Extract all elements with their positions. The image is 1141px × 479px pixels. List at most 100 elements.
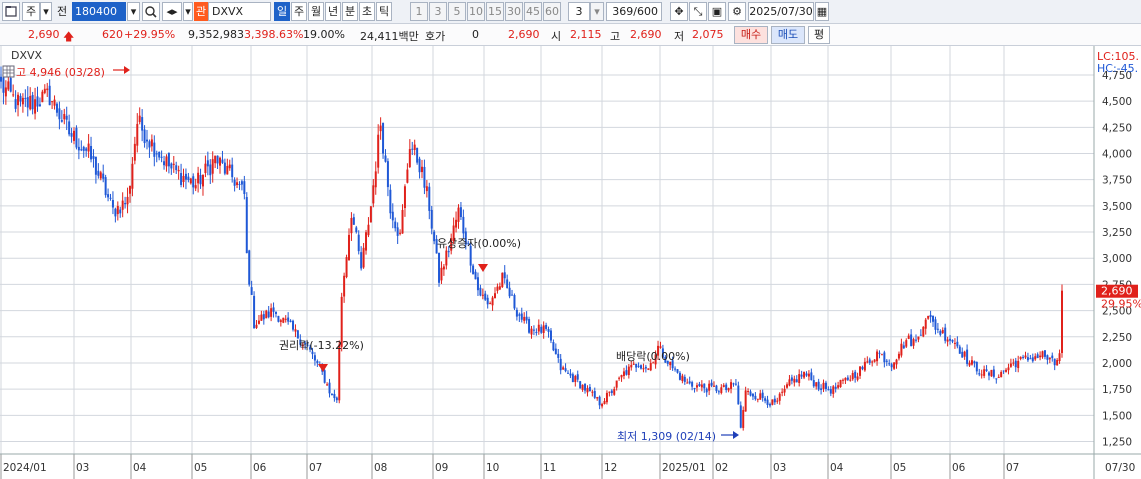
candle-body (637, 365, 640, 367)
legend-hc: HC:-45. (1097, 62, 1138, 75)
candle-body (902, 345, 905, 349)
candle-body (138, 115, 141, 123)
candle-body (778, 393, 781, 401)
interval-button[interactable]: 30 (505, 2, 523, 21)
candle-body (827, 389, 830, 391)
period-tab[interactable]: 년 (325, 2, 341, 21)
candle-body (501, 272, 504, 287)
candle-body (912, 339, 915, 346)
candle-body (856, 376, 859, 380)
x-tick-label: 03 (76, 462, 89, 474)
y-tick-label: 1,750 (1102, 384, 1132, 396)
interval-button[interactable]: 60 (543, 2, 561, 21)
candle-body (1034, 356, 1037, 360)
candle-body (85, 148, 88, 151)
pattern-icon[interactable]: ⤡ (689, 2, 707, 21)
candle-body (513, 295, 516, 309)
x-tick-label: 07 (1006, 462, 1019, 474)
period-tab[interactable]: 틱 (376, 2, 392, 21)
interval-button[interactable]: 5 (448, 2, 466, 21)
interval-button[interactable]: 15 (486, 2, 504, 21)
candle-body (584, 383, 587, 391)
period-tab[interactable]: 분 (342, 2, 358, 21)
candle-body (270, 308, 273, 317)
candle-body (197, 172, 200, 184)
candle-body (676, 369, 679, 373)
market-mode-dropdown-icon[interactable]: ▾ (40, 2, 52, 21)
y-tick-label: 3,500 (1102, 201, 1132, 213)
candle-body (250, 287, 253, 295)
save-icon[interactable]: ▣ (708, 2, 726, 21)
y-tick-label: 2,250 (1102, 332, 1132, 344)
interval-button[interactable]: 3 (429, 2, 447, 21)
candle-body (296, 330, 299, 339)
sell-button[interactable]: 매도 (771, 26, 805, 44)
search-icon[interactable] (142, 2, 160, 21)
candle-body (576, 374, 579, 380)
candle-body (837, 385, 840, 388)
calendar-icon[interactable]: ▦ (815, 2, 829, 21)
candle-body (710, 382, 713, 386)
candle-body (944, 327, 947, 341)
market-mode-select[interactable]: 주 (22, 2, 40, 21)
candle-body (374, 171, 377, 188)
candle-body (60, 120, 63, 122)
code-input[interactable]: 180400 (72, 2, 126, 21)
interval-button[interactable]: 10 (467, 2, 485, 21)
gear-icon[interactable]: ⚙ (728, 2, 746, 21)
candle-body (849, 379, 852, 381)
stock-name-field[interactable]: DXVX (208, 2, 271, 21)
candle-body (783, 388, 786, 393)
candle-body (873, 359, 876, 362)
candle-body (233, 179, 236, 186)
code-dropdown-icon[interactable]: ▾ (127, 2, 140, 21)
sound-dropdown-icon[interactable]: ▾ (183, 2, 193, 21)
legend-label: DXVX (11, 49, 43, 62)
candle-body (420, 166, 423, 173)
candle-body (824, 382, 827, 389)
interval-input[interactable]: 3 (568, 2, 590, 21)
interval-dropdown-icon[interactable]: ▾ (590, 2, 604, 21)
calendar-grid-icon[interactable] (2, 65, 15, 78)
prev-label[interactable]: 전 (54, 2, 70, 21)
count-input[interactable]: 369/600 (606, 2, 662, 21)
price-chart[interactable]: 1,2501,5001,7502,0002,2502,5002,7503,000… (0, 46, 1141, 479)
y-tick-label: 4,500 (1102, 96, 1132, 108)
candle-body (90, 146, 93, 160)
candle-body (109, 197, 112, 199)
candle-body (401, 209, 404, 234)
date-input[interactable]: 2025/07/30 (748, 2, 814, 21)
interval-button[interactable]: 45 (524, 2, 542, 21)
candle-body (776, 400, 779, 402)
candle-body (1031, 357, 1034, 362)
period-tab[interactable]: 일 (274, 2, 290, 21)
crosshair-icon[interactable]: ✥ (670, 2, 688, 21)
candle-body (163, 161, 166, 166)
candle-body (379, 125, 382, 132)
candle-body (681, 375, 684, 381)
interval-button[interactable]: 1 (410, 2, 428, 21)
candle-body (601, 403, 604, 407)
candle-body (703, 383, 706, 389)
candle-body (888, 363, 891, 365)
expand-icon[interactable] (2, 2, 20, 21)
candle-body (720, 387, 723, 393)
candle-body (547, 329, 550, 332)
candle-body (790, 377, 793, 381)
sound-icon[interactable]: ◂▸ (162, 2, 182, 21)
x-tick-label: 2024/01 (3, 462, 47, 474)
period-tab[interactable]: 주 (291, 2, 307, 21)
period-tab[interactable]: 월 (308, 2, 324, 21)
candle-body (231, 164, 234, 178)
candle-body (798, 374, 801, 384)
candle-body (868, 359, 871, 363)
candle-body (445, 250, 448, 266)
buy-button[interactable]: 매수 (734, 26, 768, 44)
candle-body (496, 286, 499, 291)
candle-body (58, 108, 61, 120)
period-tab[interactable]: 초 (359, 2, 375, 21)
candle-body (805, 373, 808, 376)
hoga-label: 호가 (425, 30, 446, 43)
avg-button[interactable]: 평 (808, 26, 830, 44)
candle-body (771, 399, 774, 405)
